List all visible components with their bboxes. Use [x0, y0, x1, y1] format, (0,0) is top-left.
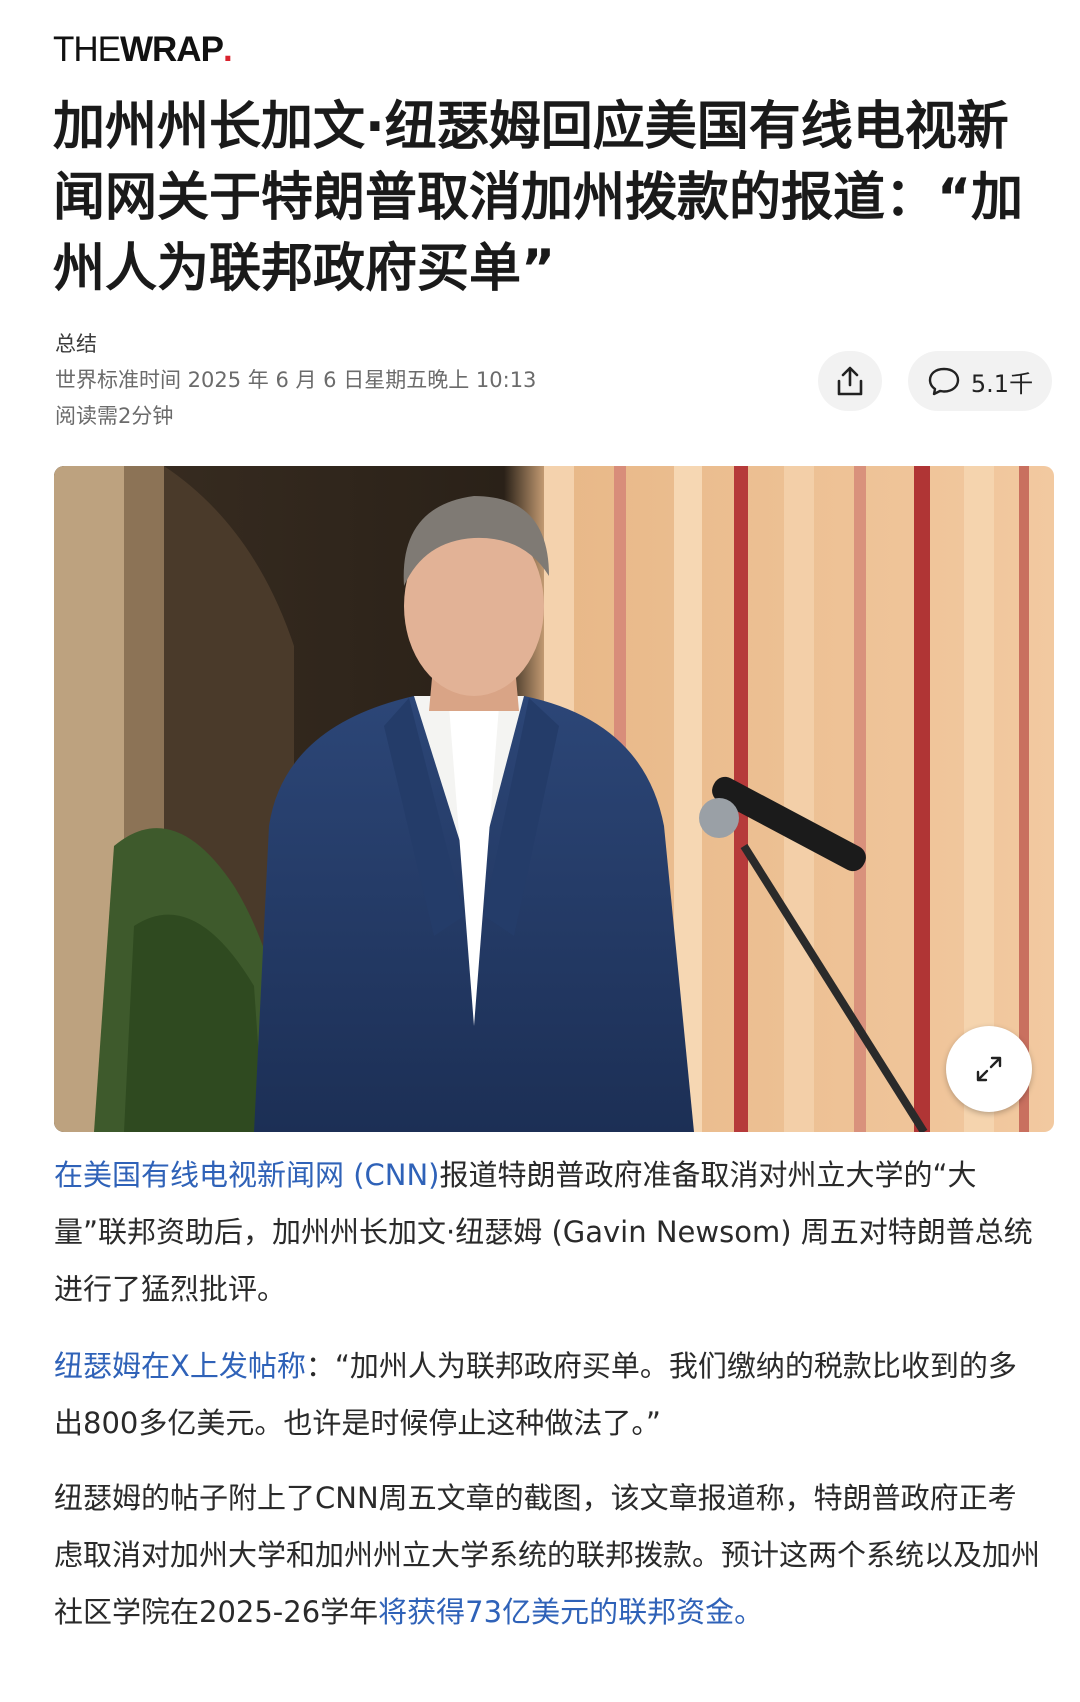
summary-label[interactable]: 总结: [55, 326, 536, 362]
expand-icon: [976, 1056, 1002, 1082]
comment-count: 5.1千: [970, 369, 1034, 398]
logo-part-the: THE: [53, 30, 121, 69]
read-time: 阅读需2分钟: [55, 404, 174, 428]
comments-button[interactable]: 5.1千: [908, 351, 1052, 411]
paragraph-1: 在美国有线电视新闻网 (CNN)报道特朗普政府准备取消对州立大学的“大量”联邦资…: [54, 1147, 1044, 1318]
federal-funding-link[interactable]: 将获得73亿美元的联邦资金。: [378, 1595, 763, 1629]
logo-dot: .: [222, 30, 233, 69]
governor-photo-illustration: [54, 466, 1054, 1132]
site-logo[interactable]: THE WRAP.: [53, 30, 233, 74]
cnn-report-link[interactable]: 在美国有线电视新闻网 (CNN): [54, 1158, 439, 1192]
article-headline: 加州州长加文·纽瑟姆回应美国有线电视新闻网关于特朗普取消加州拨款的报道：“加州人…: [53, 97, 1024, 299]
article-photo[interactable]: [54, 466, 1054, 1132]
expand-image-button[interactable]: [946, 1026, 1032, 1112]
paragraph-3: 纽瑟姆的帖子附上了CNN周五文章的截图，该文章报道称，特朗普政府正考虑取消对加州…: [54, 1470, 1044, 1641]
logo-part-wrap: WRAP: [120, 30, 224, 69]
article-meta: 总结 世界标准时间 2025 年 6 月 6 日星期五晚上 10:13 阅读需2…: [55, 326, 536, 434]
comment-icon: [928, 367, 960, 396]
x-post-link[interactable]: 纽瑟姆在X上发帖称: [54, 1349, 306, 1383]
paragraph-2: 纽瑟姆在X上发帖称：“加州人为联邦政府买单。我们缴纳的税款比收到的多出800多亿…: [54, 1338, 1044, 1452]
share-icon: [837, 366, 863, 396]
share-button[interactable]: [818, 351, 882, 411]
publish-timestamp: 世界标准时间 2025 年 6 月 6 日星期五晚上 10:13: [55, 368, 537, 392]
